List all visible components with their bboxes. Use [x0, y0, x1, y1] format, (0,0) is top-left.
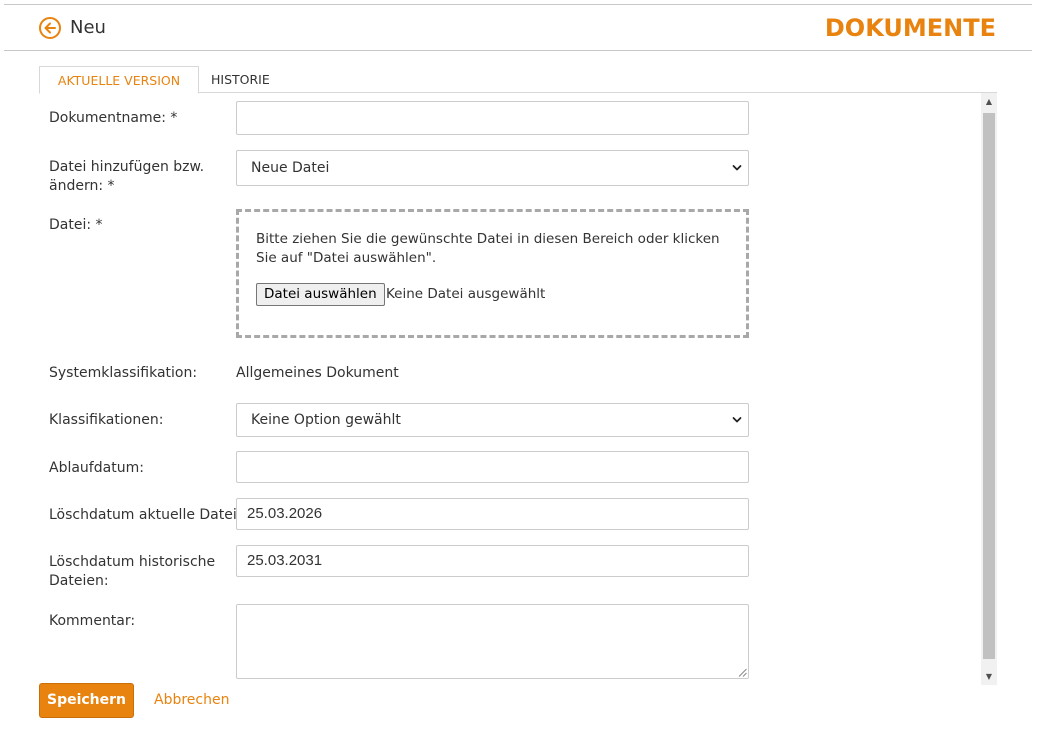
delete-date-history-label: Löschdatum historische Dateien: — [49, 554, 216, 589]
expiry-date-input[interactable] — [236, 451, 749, 483]
document-name-label: Dokumentname: * — [49, 110, 178, 126]
page-header: Neu DOKUMENTE — [4, 5, 1032, 51]
classifications-label: Klassifikationen: — [49, 412, 164, 428]
expiry-date-label: Ablaufdatum: — [49, 460, 144, 476]
delete-date-current-input[interactable]: 25.03.2026 — [236, 498, 749, 530]
comment-label: Kommentar: — [49, 613, 136, 629]
file-action-label: Datei hinzufügen bzw. ändern: * — [49, 159, 205, 194]
delete-date-current-label: Löschdatum aktuelle Datei: — [49, 507, 242, 523]
tab-bar: AKTUELLE VERSION HISTORIE — [39, 66, 997, 94]
cancel-link[interactable]: Abbrechen — [154, 691, 229, 710]
dropzone-instruction: Bitte ziehen Sie die gewünschte Datei in… — [256, 231, 720, 266]
system-classification-value: Allgemeines Dokument — [236, 365, 399, 381]
file-action-selected: Neue Datei — [251, 160, 330, 176]
page-title: Neu — [70, 17, 106, 38]
chevron-down-icon — [732, 165, 742, 171]
circle-arrow-left-icon[interactable] — [38, 16, 62, 40]
file-action-select[interactable]: Neue Datei — [236, 150, 749, 186]
tab-history[interactable]: HISTORIE — [211, 66, 270, 94]
module-title: DOKUMENTE — [824, 14, 996, 42]
save-button[interactable]: Speichern — [39, 683, 134, 718]
resize-grip-icon[interactable] — [738, 668, 747, 677]
system-classification-label: Systemklassifikation: — [49, 365, 198, 381]
form-scrollbar[interactable]: ▲ ▼ — [981, 93, 997, 685]
choose-file-button[interactable]: Datei auswählen — [256, 283, 385, 306]
scroll-thumb[interactable] — [983, 113, 995, 659]
file-status-text: Keine Datei ausgewählt — [386, 286, 546, 302]
classifications-selected: Keine Option gewählt — [251, 412, 401, 428]
delete-date-history-input[interactable]: 25.03.2031 — [236, 545, 749, 577]
chevron-down-icon — [732, 417, 742, 423]
scroll-down-arrow-icon[interactable]: ▼ — [981, 668, 997, 685]
document-name-input[interactable] — [236, 101, 749, 135]
tab-current-version[interactable]: AKTUELLE VERSION — [39, 66, 199, 94]
scroll-up-arrow-icon[interactable]: ▲ — [981, 93, 997, 110]
comment-textarea[interactable] — [236, 604, 749, 679]
classifications-select[interactable]: Keine Option gewählt — [236, 403, 749, 437]
file-label: Datei: * — [49, 217, 103, 233]
file-dropzone[interactable]: Bitte ziehen Sie die gewünschte Datei in… — [236, 209, 749, 338]
